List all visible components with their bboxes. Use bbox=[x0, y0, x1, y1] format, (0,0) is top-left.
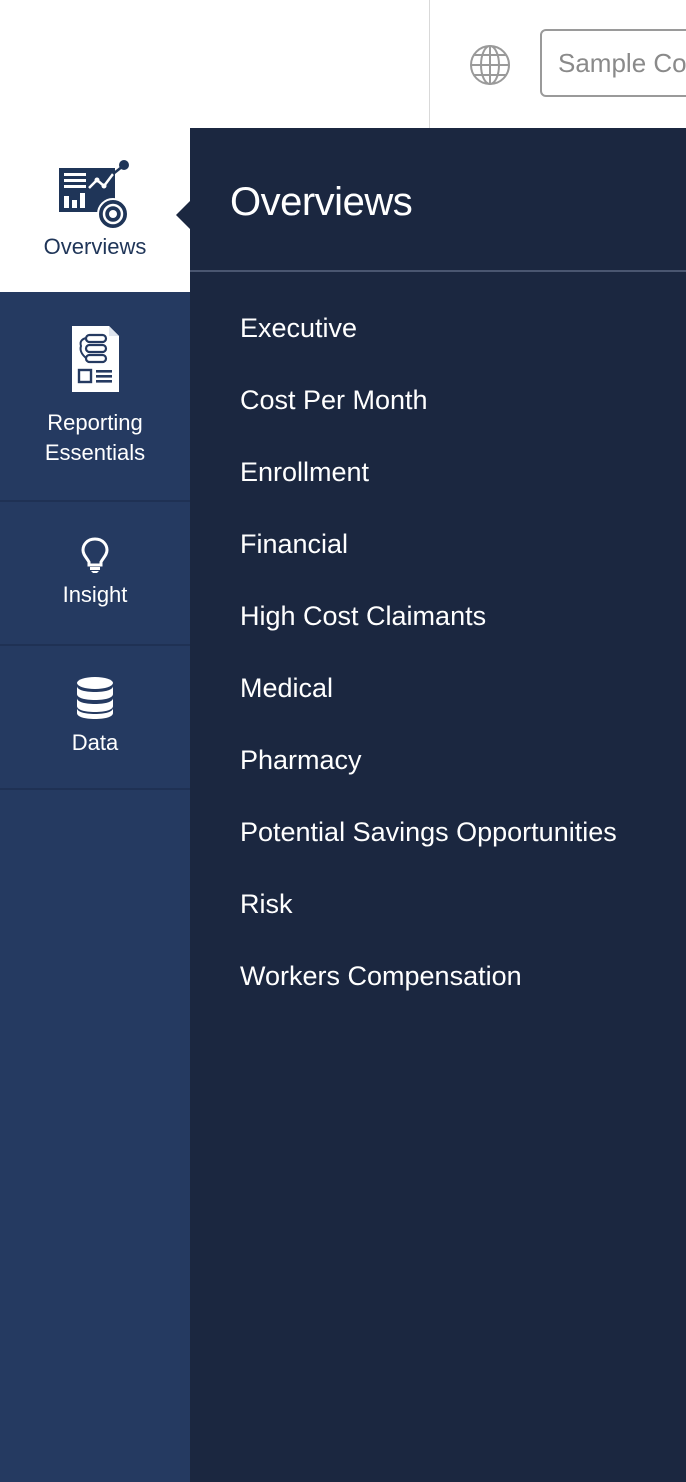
rail-item-label: Overviews bbox=[43, 234, 147, 259]
rail-item-insight[interactable]: Insight bbox=[0, 502, 190, 644]
menu-item-medical[interactable]: Medical bbox=[240, 652, 617, 724]
menu-item-potential-savings-opportunities[interactable]: Potential Savings Opportunities bbox=[240, 796, 617, 868]
globe-icon[interactable] bbox=[469, 44, 511, 86]
panel-divider bbox=[190, 270, 686, 272]
rail-item-data[interactable]: Data bbox=[0, 646, 190, 788]
menu-item-enrollment[interactable]: Enrollment bbox=[240, 436, 617, 508]
menu-item-workers-compensation[interactable]: Workers Compensation bbox=[240, 940, 617, 1012]
rail-item-label-line2: Essentials bbox=[44, 440, 146, 465]
report-document-icon bbox=[72, 326, 119, 392]
overviews-dashboard-icon bbox=[59, 160, 129, 230]
menu-item-executive[interactable]: Executive bbox=[240, 292, 617, 364]
company-select-value: Sample Co bbox=[558, 47, 686, 78]
company-select[interactable]: Sample Co bbox=[540, 29, 686, 97]
rail-item-label: Data bbox=[71, 730, 119, 755]
header-divider bbox=[429, 0, 430, 128]
menu-item-cost-per-month[interactable]: Cost Per Month bbox=[240, 364, 617, 436]
overviews-menu-list: Executive Cost Per Month Enrollment Fina… bbox=[240, 292, 617, 1012]
menu-item-risk[interactable]: Risk bbox=[240, 868, 617, 940]
rail-item-overviews[interactable]: Overviews bbox=[0, 128, 190, 292]
lightbulb-icon bbox=[81, 537, 109, 573]
overviews-menu-panel: Overviews Executive Cost Per Month Enrol… bbox=[190, 128, 686, 1482]
panel-title: Overviews bbox=[230, 180, 413, 224]
active-tab-pointer bbox=[176, 201, 190, 229]
rail-item-label: Insight bbox=[62, 582, 128, 607]
rail-item-reporting-essentials[interactable]: Reporting Essentials bbox=[0, 292, 190, 500]
menu-item-financial[interactable]: Financial bbox=[240, 508, 617, 580]
menu-item-high-cost-claimants[interactable]: High Cost Claimants bbox=[240, 580, 617, 652]
menu-item-pharmacy[interactable]: Pharmacy bbox=[240, 724, 617, 796]
rail-item-label: Reporting bbox=[47, 410, 143, 435]
database-icon bbox=[77, 677, 113, 719]
left-nav-rail: Overviews Reporting Essentials Insight D… bbox=[0, 128, 190, 1482]
rail-separator bbox=[0, 788, 190, 790]
top-header: Sample Co bbox=[0, 0, 686, 128]
